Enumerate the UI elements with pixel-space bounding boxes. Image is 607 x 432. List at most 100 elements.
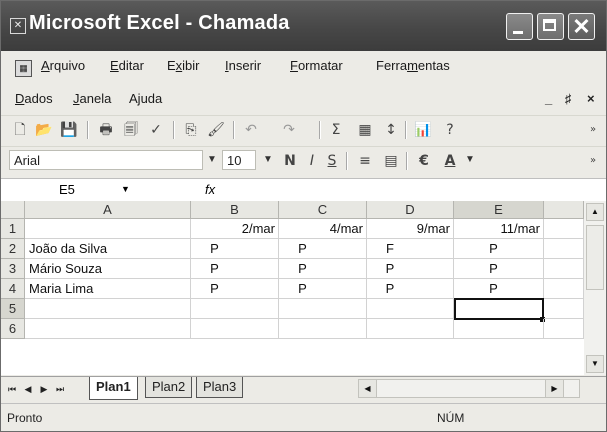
name-box-dropdown-icon[interactable]: ▼ xyxy=(121,180,130,199)
cell-a1[interactable] xyxy=(25,219,191,239)
align-center-icon[interactable]: ≡ xyxy=(355,150,375,172)
cell-f5[interactable] xyxy=(544,299,584,319)
cell-b2[interactable]: P xyxy=(191,239,279,259)
menu-inserir[interactable]: Inserir xyxy=(225,58,261,73)
insert-function-icon[interactable]: fx xyxy=(205,180,215,199)
cell-e1[interactable]: 11/mar xyxy=(454,219,544,239)
workbook-icon[interactable]: ▦ xyxy=(15,60,32,77)
bold-button[interactable]: N xyxy=(281,150,299,172)
redo-icon[interactable]: ↷ xyxy=(279,119,299,141)
cell-c5[interactable] xyxy=(279,299,367,319)
row-header-3[interactable]: 3 xyxy=(1,259,25,279)
menu-ajuda[interactable]: Ajuda xyxy=(129,91,162,106)
undo-icon[interactable]: ↶ xyxy=(241,119,261,141)
cell-e3[interactable]: P xyxy=(454,259,544,279)
scroll-down-icon[interactable]: ▼ xyxy=(586,355,604,373)
cell-d3[interactable]: P xyxy=(367,259,454,279)
autosum-icon[interactable]: Σ xyxy=(327,119,345,141)
cell-b3[interactable]: P xyxy=(191,259,279,279)
minimize-button[interactable] xyxy=(506,13,533,40)
name-box[interactable]: E5 ▼ xyxy=(3,180,141,199)
cell-f2[interactable] xyxy=(544,239,584,259)
cell-e4[interactable]: P xyxy=(454,279,544,299)
menu-ferramentas[interactable]: Ferramentas xyxy=(376,58,450,73)
column-header-f[interactable] xyxy=(544,201,584,219)
mdi-minimize-button[interactable]: _ xyxy=(545,91,552,106)
cell-a2[interactable]: João da Silva xyxy=(25,239,191,259)
cell-c3[interactable]: P xyxy=(279,259,367,279)
mdi-close-button[interactable]: × xyxy=(587,91,595,106)
cell-f4[interactable] xyxy=(544,279,584,299)
toolbar-options-icon[interactable]: » xyxy=(587,119,599,141)
print-icon[interactable]: 🖶 xyxy=(96,119,116,141)
font-color-dropdown-icon[interactable]: ▼ xyxy=(465,150,475,170)
euro-button[interactable]: € xyxy=(415,150,433,172)
cell-a6[interactable] xyxy=(25,319,191,339)
cell-d5[interactable] xyxy=(367,299,454,319)
toolbar-options-icon[interactable]: » xyxy=(587,150,599,172)
font-size-combo[interactable]: 10 xyxy=(222,150,256,170)
menu-janela[interactable]: Janela xyxy=(73,91,111,106)
next-sheet-icon[interactable]: ▶ xyxy=(37,381,51,397)
drawing-icon[interactable]: 📊 xyxy=(413,119,433,141)
menu-editar[interactable]: Editar xyxy=(110,58,144,73)
column-header-b[interactable]: B xyxy=(191,201,279,219)
column-header-c[interactable]: C xyxy=(279,201,367,219)
cell-b4[interactable]: P xyxy=(191,279,279,299)
help-icon[interactable]: ? xyxy=(441,119,459,141)
column-header-e[interactable]: E xyxy=(454,201,544,219)
cell-c4[interactable]: P xyxy=(279,279,367,299)
cell-c1[interactable]: 4/mar xyxy=(279,219,367,239)
cell-e2[interactable]: P xyxy=(454,239,544,259)
column-header-a[interactable]: A xyxy=(25,201,191,219)
scroll-up-icon[interactable]: ▲ xyxy=(586,203,604,221)
cell-d2[interactable]: F xyxy=(367,239,454,259)
cell-f1[interactable] xyxy=(544,219,584,239)
cell-b1[interactable]: 2/mar xyxy=(191,219,279,239)
sheet-tab-plan2[interactable]: Plan2 xyxy=(145,377,193,398)
menu-arquivo[interactable]: Arquivo xyxy=(41,58,85,73)
scroll-left-icon[interactable]: ◀ xyxy=(359,380,377,397)
prev-sheet-icon[interactable]: ◀ xyxy=(21,381,35,397)
italic-button[interactable]: I xyxy=(304,150,320,172)
cell-b5[interactable] xyxy=(191,299,279,319)
font-size-dropdown-icon[interactable]: ▼ xyxy=(263,150,273,170)
sheet-tab-plan3[interactable]: Plan3 xyxy=(196,377,244,398)
cell-c2[interactable]: P xyxy=(279,239,367,259)
cell-e5-active[interactable] xyxy=(454,298,544,320)
merge-center-icon[interactable]: ▤ xyxy=(381,150,401,172)
cell-a4[interactable]: Maria Lima xyxy=(25,279,191,299)
excel-app-icon[interactable]: ✕ xyxy=(10,18,26,34)
save-icon[interactable]: 💾 xyxy=(59,119,79,141)
column-header-d[interactable]: D xyxy=(367,201,454,219)
horizontal-scrollbar[interactable]: ◀ ▶ xyxy=(358,379,580,398)
open-icon[interactable]: 📂 xyxy=(34,119,54,141)
row-header-4[interactable]: 4 xyxy=(1,279,25,299)
format-painter-icon[interactable]: 🖌 xyxy=(206,119,226,141)
cell-f6[interactable] xyxy=(544,319,584,339)
cell-b6[interactable] xyxy=(191,319,279,339)
scroll-right-icon[interactable]: ▶ xyxy=(545,380,564,397)
copy-icon[interactable]: ⎘ xyxy=(181,119,201,141)
formula-input[interactable] xyxy=(229,180,599,199)
mdi-restore-button[interactable]: ♯ xyxy=(565,91,572,106)
chart-icon[interactable]: ▦ xyxy=(355,119,375,141)
row-header-1[interactable]: 1 xyxy=(1,219,25,239)
spelling-icon[interactable]: ✓ xyxy=(146,119,166,141)
cell-d1[interactable]: 9/mar xyxy=(367,219,454,239)
cell-d4[interactable]: P xyxy=(367,279,454,299)
first-sheet-icon[interactable]: ⏮ xyxy=(5,381,19,397)
font-color-button[interactable]: A xyxy=(441,150,459,172)
cell-c6[interactable] xyxy=(279,319,367,339)
menu-dados[interactable]: Dados xyxy=(15,91,53,106)
vertical-scrollbar[interactable]: ▲ ▼ xyxy=(584,201,606,375)
row-header-6[interactable]: 6 xyxy=(1,319,25,339)
last-sheet-icon[interactable]: ⏭ xyxy=(53,381,67,397)
underline-button[interactable]: S xyxy=(324,150,340,172)
cell-e6[interactable] xyxy=(454,319,544,339)
sort-icon[interactable]: ↕ xyxy=(381,119,401,141)
title-bar[interactable]: ✕ Microsoft Excel - Chamada ✕ xyxy=(1,1,606,51)
close-button[interactable]: ✕ xyxy=(568,13,595,40)
print-preview-icon[interactable]: 🗐 xyxy=(121,119,141,141)
cell-f3[interactable] xyxy=(544,259,584,279)
